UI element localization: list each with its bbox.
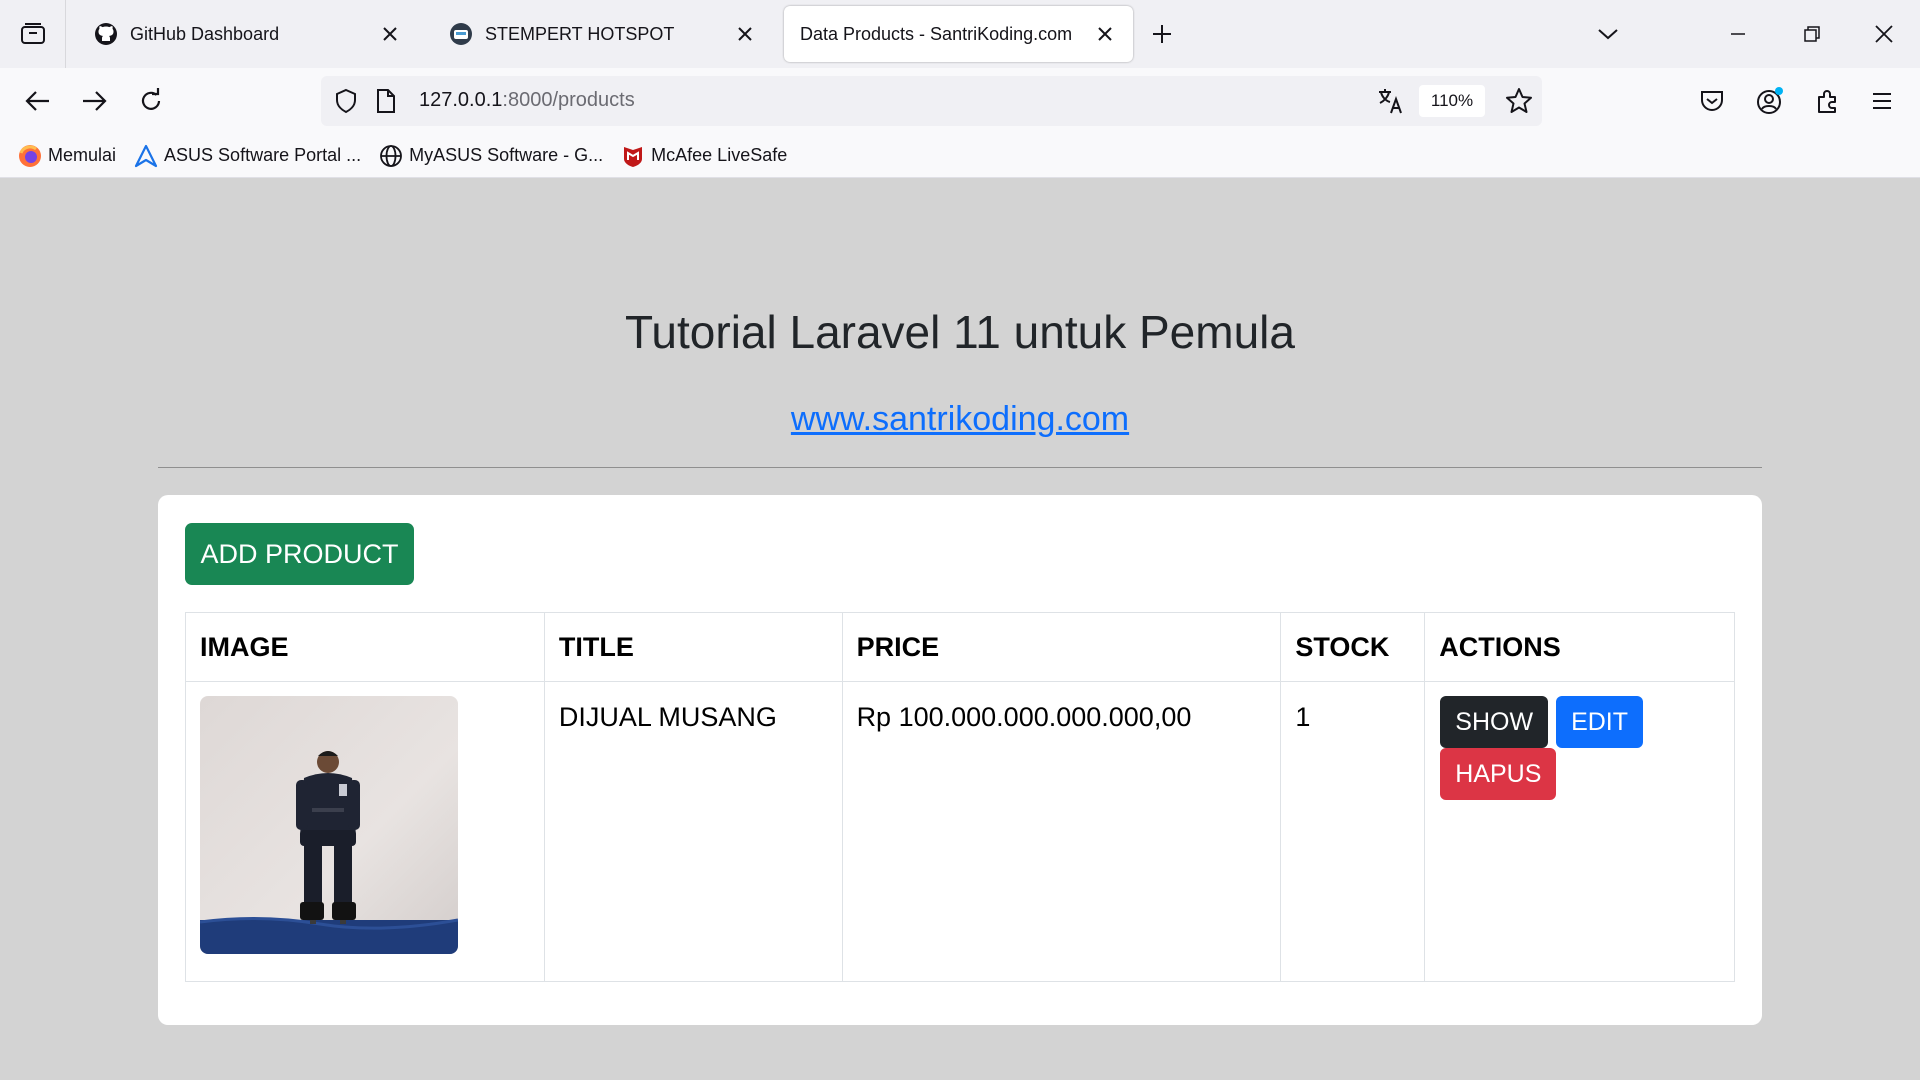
mcafee-icon — [621, 144, 645, 168]
tab-bar: GitHub Dashboard STEMPERT HOTSPOT Data P… — [0, 0, 1920, 68]
close-icon[interactable] — [1093, 22, 1117, 46]
product-title-cell: DIJUAL MUSANG — [543, 681, 843, 982]
bookmark-label: ASUS Software Portal ... — [164, 145, 362, 165]
page-title: Tutorial Laravel 11 untuk Pemula — [625, 306, 1295, 358]
arrow-right-icon — [83, 91, 107, 111]
firefox-icon — [18, 144, 42, 168]
close-icon[interactable] — [378, 22, 402, 46]
arrow-left-icon — [25, 91, 49, 111]
table-row: DIJUAL MUSANG Rp 100.000.000.000.000,00 … — [185, 681, 1735, 982]
column-header-actions: ACTIONS — [1424, 612, 1735, 682]
hotspot-icon — [449, 22, 473, 46]
column-header-image: IMAGE — [185, 612, 545, 682]
restore-icon — [1804, 26, 1820, 42]
account-icon — [1757, 87, 1783, 114]
url-text[interactable]: 127.0.0.1:8000/products — [419, 89, 635, 112]
asus-icon — [134, 144, 158, 168]
column-header-price: PRICE — [841, 612, 1282, 682]
minimize-button[interactable] — [1724, 20, 1752, 48]
page-content: Tutorial Laravel 11 untuk Pemula www.san… — [0, 178, 1920, 1080]
site-link[interactable]: www.santrikoding.com — [791, 400, 1129, 438]
pocket-icon — [1701, 91, 1723, 111]
product-stock-cell: 1 — [1280, 681, 1426, 982]
github-icon — [94, 22, 118, 46]
tab-data-products[interactable]: Data Products - SantriKoding.com — [784, 6, 1133, 62]
translate-icon[interactable] — [1377, 87, 1405, 120]
close-icon — [1875, 25, 1893, 43]
bookmark-myasus-software[interactable]: MyASUS Software - G... — [379, 144, 603, 168]
site-link-wrapper: www.santrikoding.com — [0, 400, 1920, 439]
menu-button[interactable] — [1866, 85, 1898, 117]
puzzle-icon — [1818, 90, 1836, 113]
zoom-level-badge[interactable]: 110% — [1419, 85, 1485, 117]
account-button[interactable] — [1754, 85, 1786, 117]
action-buttons-row: SHOW EDIT — [1439, 696, 1720, 748]
tab-title: Data Products - SantriKoding.com — [800, 23, 1073, 44]
navigation-bar: 127.0.0.1:8000/products 110% — [0, 68, 1920, 134]
forward-button[interactable] — [78, 85, 110, 117]
address-bar[interactable]: 127.0.0.1:8000/products 110% — [321, 76, 1542, 126]
delete-button[interactable]: HAPUS — [1440, 748, 1557, 800]
bookmark-memulai[interactable]: Memulai — [18, 144, 116, 168]
plus-icon — [1153, 25, 1171, 43]
minimize-icon — [1731, 33, 1745, 35]
bookmarks-toolbar: Memulai ASUS Software Portal ... MyASUS … — [0, 134, 1920, 178]
column-header-stock: STOCK — [1280, 612, 1426, 682]
bookmark-mcafee-livesafe[interactable]: McAfee LiveSafe — [621, 144, 787, 168]
tab-list-icon — [20, 23, 45, 44]
new-tab-button[interactable] — [1148, 20, 1176, 48]
bookmark-label: Memulai — [48, 145, 117, 165]
tab-list-button[interactable] — [0, 0, 66, 68]
bookmark-label: McAfee LiveSafe — [651, 145, 788, 165]
delete-button-row: HAPUS — [1439, 748, 1720, 800]
close-window-button[interactable] — [1870, 20, 1898, 48]
edit-button[interactable]: EDIT — [1556, 696, 1644, 748]
product-image — [200, 696, 458, 954]
product-price-cell: Rp 100.000.000.000.000,00 — [841, 681, 1282, 982]
list-all-tabs-button[interactable] — [1594, 20, 1622, 48]
show-button[interactable]: SHOW — [1440, 696, 1549, 748]
product-actions-cell: SHOW EDIT HAPUS — [1424, 681, 1735, 982]
restore-button[interactable] — [1798, 20, 1826, 48]
hamburger-icon — [1873, 93, 1891, 109]
reload-icon — [141, 88, 161, 110]
tab-stempert-hotspot[interactable]: STEMPERT HOTSPOT — [433, 6, 773, 62]
products-table: IMAGE TITLE PRICE STOCK ACTIONS DIJUAL M… — [185, 612, 1735, 982]
tab-title: STEMPERT HOTSPOT — [485, 23, 675, 44]
column-header-title: TITLE — [543, 612, 843, 682]
bookmark-asus-software-portal[interactable]: ASUS Software Portal ... — [134, 144, 361, 168]
bookmark-star-icon[interactable] — [1505, 87, 1533, 120]
page-icon[interactable] — [375, 88, 397, 119]
pocket-button[interactable] — [1696, 85, 1728, 117]
extensions-button[interactable] — [1812, 85, 1844, 117]
bookmark-label: MyASUS Software - G... — [409, 145, 604, 165]
divider — [158, 467, 1762, 468]
globe-icon — [379, 144, 403, 168]
shield-icon[interactable] — [333, 88, 359, 119]
reload-button[interactable] — [135, 85, 167, 117]
url-host: 127.0.0.1 — [419, 89, 503, 111]
table-header-row: IMAGE TITLE PRICE STOCK ACTIONS — [185, 612, 1735, 682]
add-product-button[interactable]: ADD PRODUCT — [185, 523, 414, 585]
products-card: ADD PRODUCT IMAGE TITLE PRICE STOCK ACTI… — [158, 495, 1762, 1025]
url-path: :8000/products — [502, 89, 635, 111]
tab-title: GitHub Dashboard — [130, 23, 280, 44]
chevron-down-icon — [1598, 29, 1618, 40]
product-image-cell — [185, 681, 545, 982]
close-icon[interactable] — [733, 22, 757, 46]
back-button[interactable] — [22, 85, 54, 117]
tab-github-dashboard[interactable]: GitHub Dashboard — [78, 6, 418, 62]
